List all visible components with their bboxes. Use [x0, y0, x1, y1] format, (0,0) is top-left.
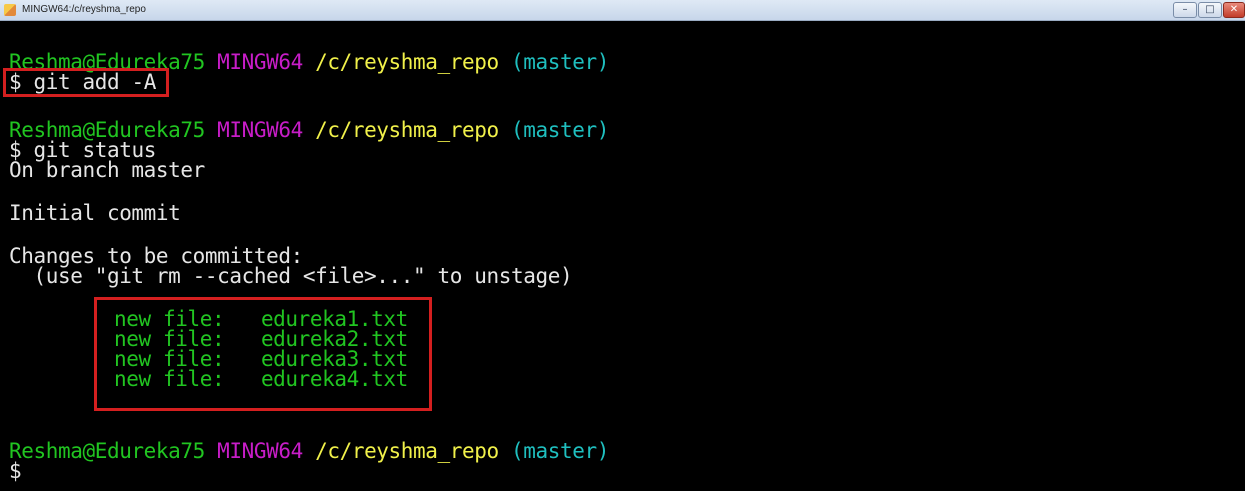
prompt-shell: MINGW64	[217, 439, 303, 463]
close-button[interactable]: ✕	[1223, 2, 1245, 18]
maximize-button[interactable]: □	[1198, 2, 1222, 18]
highlight-box-git-add	[3, 68, 169, 97]
output-hint: (use "git rm --cached <file>..." to unst…	[9, 264, 573, 288]
window-title: MINGW64:/c/reyshma_repo	[22, 4, 146, 15]
prompt-path: /c/reyshma_repo	[315, 439, 499, 463]
prompt-branch: (master)	[511, 50, 609, 74]
prompt-user-host: Reshma@Edureka75	[9, 439, 205, 463]
prompt-branch: (master)	[511, 439, 609, 463]
prompt-path: /c/reyshma_repo	[315, 50, 499, 74]
prompt-path: /c/reyshma_repo	[315, 118, 499, 142]
command-line-empty[interactable]: $	[9, 459, 22, 483]
prompt-symbol: $	[9, 459, 22, 483]
prompt-line: Reshma@Edureka75 MINGW64 /c/reyshma_repo…	[9, 441, 609, 462]
mingw-app-icon	[4, 4, 16, 16]
highlight-box-new-files	[94, 297, 432, 411]
prompt-shell: MINGW64	[217, 118, 303, 142]
terminal-output[interactable]: Reshma@Edureka75 MINGW64 /c/reyshma_repo…	[0, 21, 1245, 491]
minimize-button[interactable]: –	[1173, 2, 1197, 18]
prompt-shell: MINGW64	[217, 50, 303, 74]
output-initial-commit: Initial commit	[9, 201, 181, 225]
output-on-branch: On branch master	[9, 158, 205, 182]
terminal-window: MINGW64:/c/reyshma_repo – □ ✕ Reshma@Edu…	[0, 0, 1245, 491]
prompt-branch: (master)	[511, 118, 609, 142]
title-bar[interactable]: MINGW64:/c/reyshma_repo – □ ✕	[0, 0, 1245, 21]
